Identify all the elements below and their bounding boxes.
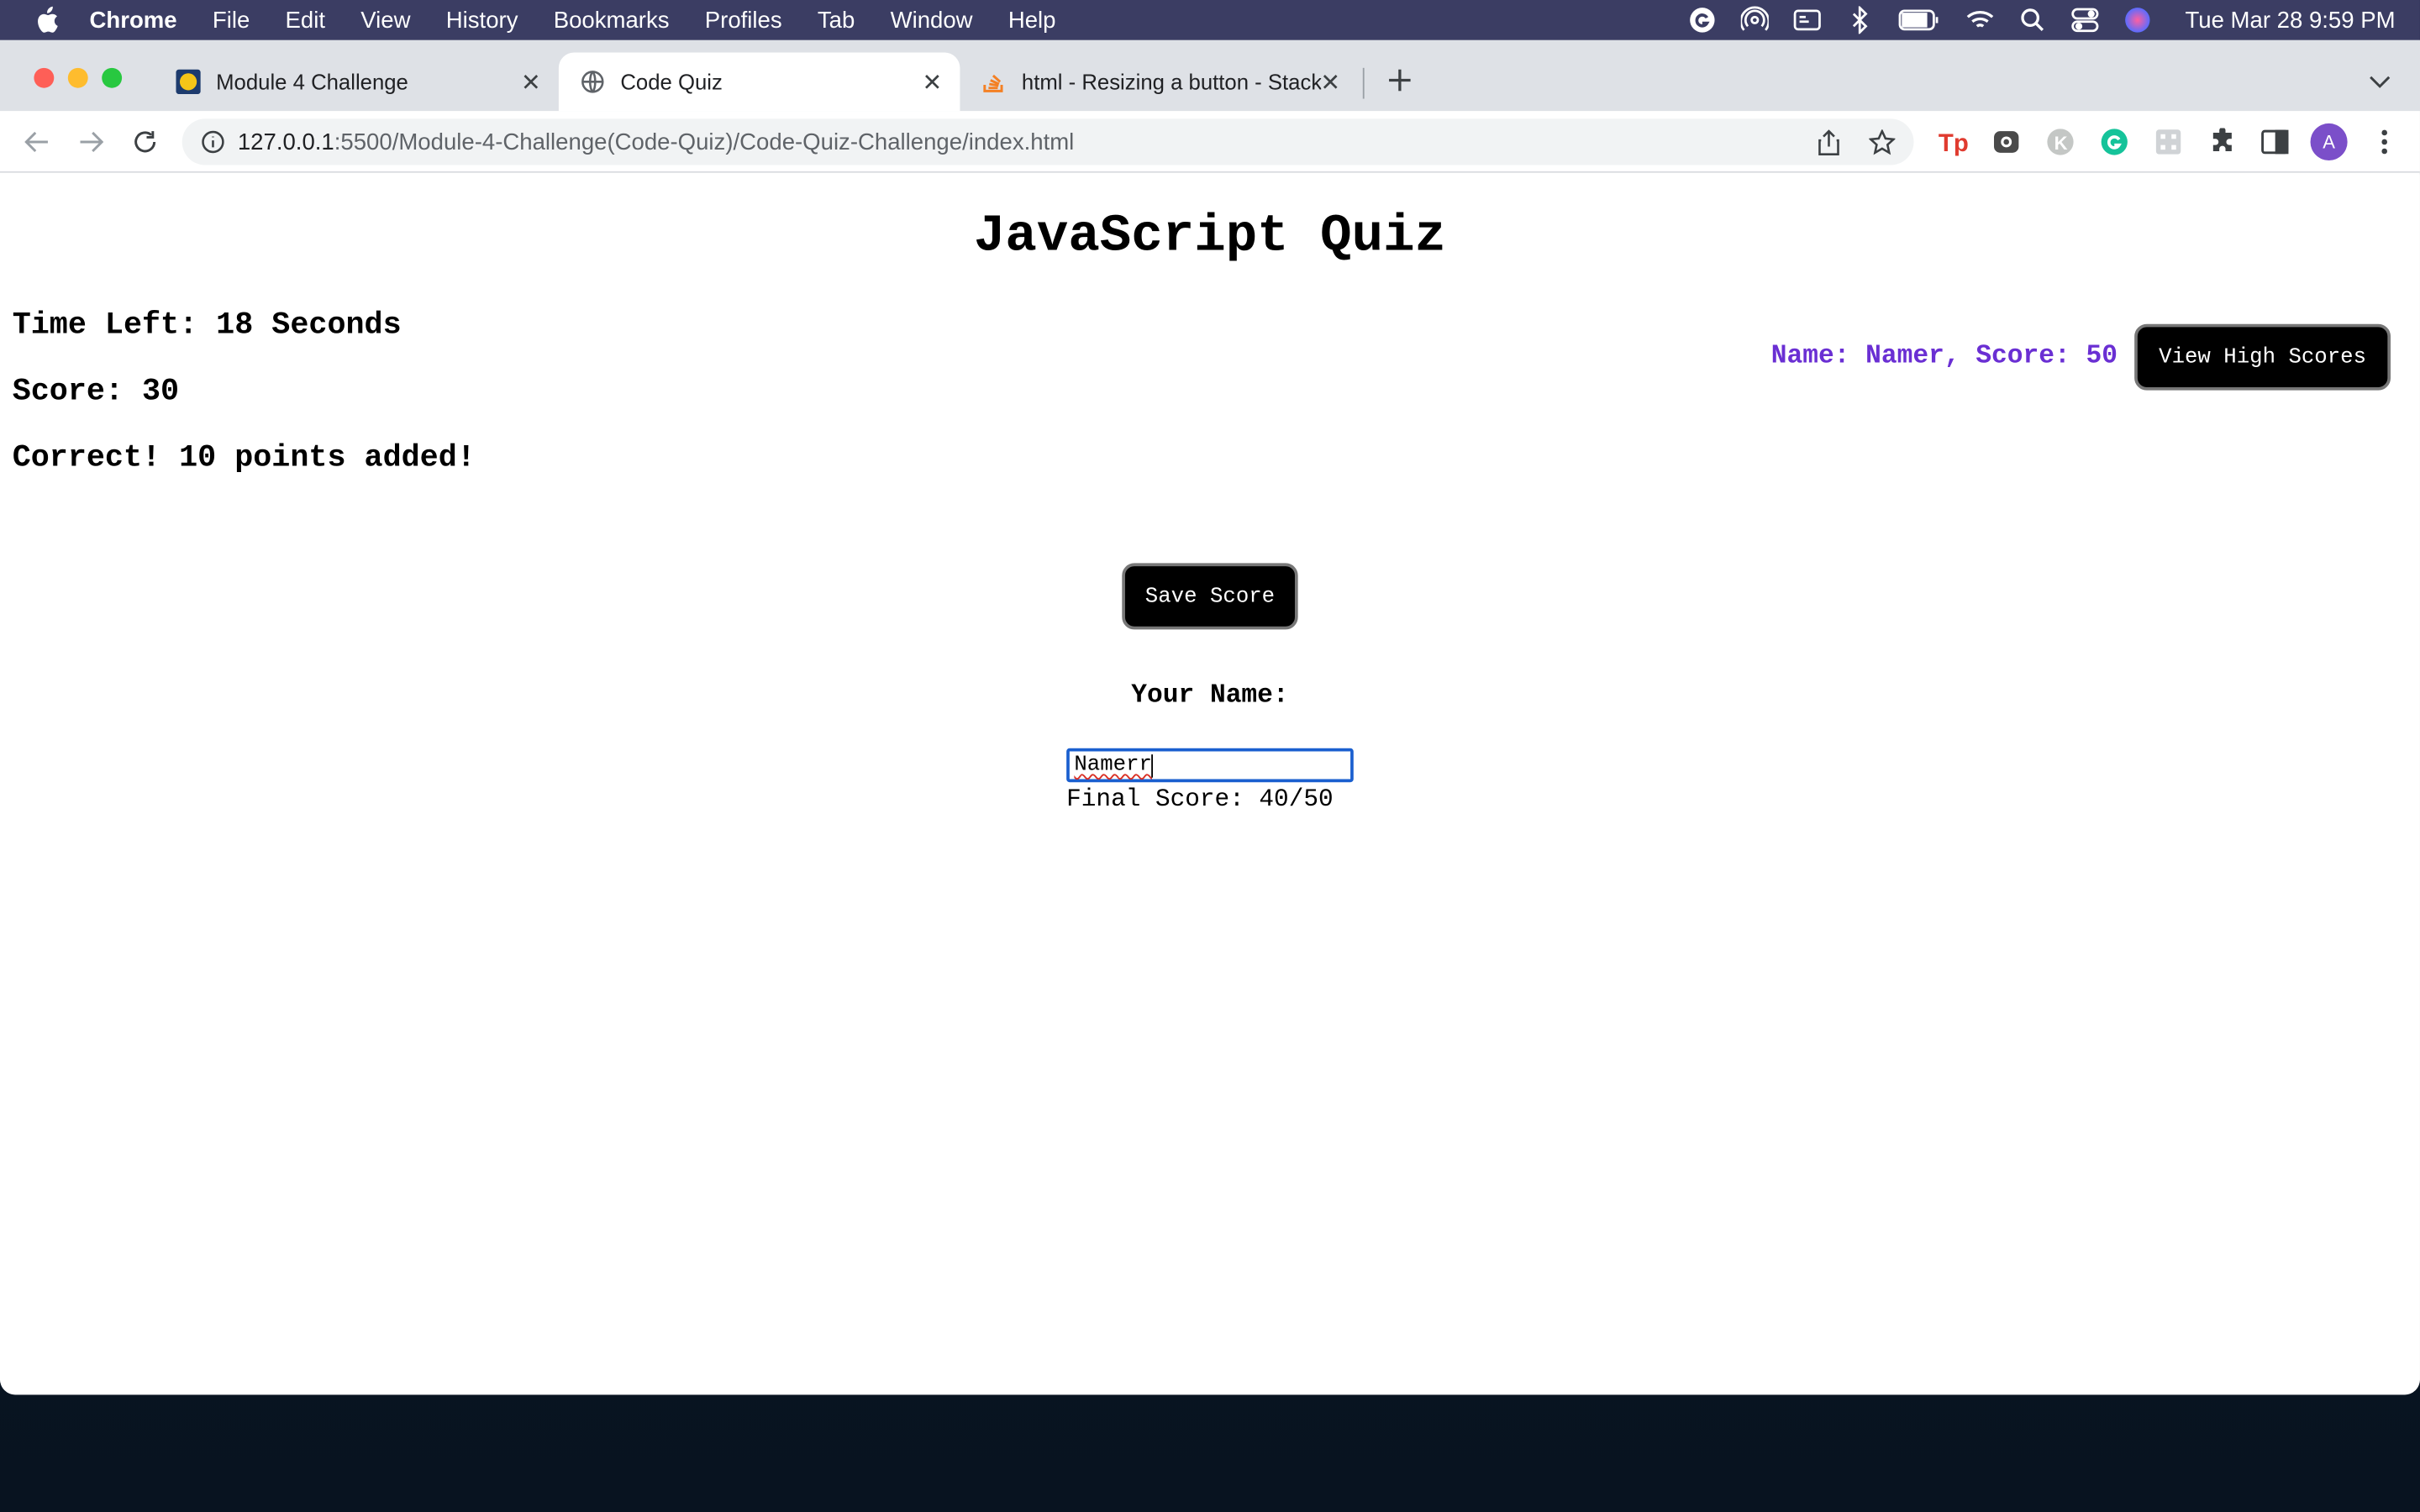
new-tab-icon[interactable] <box>1386 66 1413 94</box>
score-text: Score: 30 <box>12 375 180 411</box>
answer-feedback-text: Correct! 10 points added! <box>12 441 476 477</box>
bookmark-star-icon[interactable] <box>1868 129 1897 163</box>
airdrop-icon[interactable] <box>1740 6 1769 32</box>
save-score-button[interactable]: Save Score <box>1122 563 1298 630</box>
battery-icon[interactable] <box>1898 8 1941 32</box>
svg-text:Tp: Tp <box>1939 129 1969 156</box>
stack-overflow-icon <box>981 70 1006 94</box>
apple-logo-icon[interactable] <box>31 5 62 36</box>
menu-app-name[interactable]: Chrome <box>90 7 177 33</box>
wifi-icon[interactable] <box>1966 8 1994 32</box>
menu-tab[interactable]: Tab <box>818 7 855 33</box>
side-panel-icon[interactable] <box>2260 127 2291 158</box>
siri-icon[interactable] <box>2123 8 2151 33</box>
tab-module-4-challenge[interactable]: Module 4 Challenge <box>160 52 559 111</box>
globe-icon <box>581 70 605 94</box>
menu-help[interactable]: Help <box>1008 7 1056 33</box>
view-high-scores-button[interactable]: View High Scores <box>2134 323 2391 391</box>
extensions-puzzle-icon[interactable] <box>2207 127 2238 158</box>
time-left-text: Time Left: 18 Seconds <box>12 308 402 344</box>
tab-title: Module 4 Challenge <box>216 69 408 95</box>
name-input[interactable]: Namerr <box>1066 748 1354 783</box>
site-info-icon[interactable] <box>201 129 225 154</box>
display-icon[interactable] <box>1793 8 1821 32</box>
address-bar[interactable]: 127.0.0.1:5500/Module-4-Challenge(Code-Q… <box>182 118 1914 165</box>
browser-window: Module 4 Challenge Code Quiz html - Resi… <box>0 39 2420 1395</box>
close-tab-icon[interactable] <box>920 70 944 94</box>
share-icon[interactable] <box>1817 129 1841 163</box>
tab-search-chevron-icon[interactable] <box>2369 70 2393 94</box>
more-menu-icon[interactable] <box>2369 127 2400 158</box>
final-score-text: Final Score: 40/50 <box>1066 785 1334 813</box>
url-path: :5500/Module-4-Challenge(Code-Quiz)/Code… <box>334 129 1075 155</box>
url-text: 127.0.0.1:5500/Module-4-Challenge(Code-Q… <box>238 129 1074 155</box>
tab-stack-overflow[interactable]: html - Resizing a button - Stack <box>960 52 1358 111</box>
close-window-button[interactable] <box>34 67 55 88</box>
grammarly-extension-icon[interactable] <box>2099 127 2130 158</box>
k-extension-icon[interactable]: K <box>2045 127 2076 158</box>
your-name-label: Your Name: <box>1131 681 1289 711</box>
browser-toolbar: 127.0.0.1:5500/Module-4-Challenge(Code-Q… <box>0 111 2420 173</box>
page-title: JavaScript Quiz <box>973 207 1447 267</box>
high-score-entry: Name: Namer, Score: 50 <box>1770 342 2118 372</box>
menu-history[interactable]: History <box>446 7 518 33</box>
menu-bar-clock[interactable]: Tue Mar 28 9:59 PM <box>2185 7 2395 33</box>
screen-capture-extension-icon[interactable] <box>1991 127 2022 158</box>
menu-edit[interactable]: Edit <box>286 7 325 33</box>
close-tab-icon[interactable] <box>518 70 543 94</box>
menu-bar-status: Tue Mar 28 9:59 PM <box>1688 0 2396 40</box>
maximize-window-button[interactable] <box>102 67 123 88</box>
menu-view[interactable]: View <box>360 7 410 33</box>
menu-window[interactable]: Window <box>891 7 973 33</box>
window-controls <box>34 67 123 88</box>
reload-icon[interactable] <box>131 128 159 155</box>
tab-strip: Module 4 Challenge Code Quiz html - Resi… <box>0 39 2420 112</box>
grammarly-status-icon[interactable] <box>1688 8 1716 33</box>
name-input-value: Namerr <box>1074 753 1152 778</box>
forward-arrow-icon[interactable] <box>77 128 105 155</box>
control-center-icon[interactable] <box>2070 8 2099 33</box>
menu-bar: Chrome File Edit View History Bookmarks … <box>0 0 2420 40</box>
menu-bookmarks[interactable]: Bookmarks <box>554 7 670 33</box>
tp-extension-icon[interactable]: Tp <box>1939 127 1970 158</box>
svg-text:K: K <box>2054 133 2068 154</box>
back-arrow-icon[interactable] <box>24 128 51 155</box>
url-host: 127.0.0.1 <box>237 129 334 155</box>
quiz-page: JavaScript Quiz Time Left: 18 Seconds Sc… <box>0 174 2420 1395</box>
text-caret <box>1151 753 1154 777</box>
tab-separator <box>1362 67 1365 99</box>
screen: Chrome File Edit View History Bookmarks … <box>0 0 2420 1512</box>
profile-avatar[interactable]: A <box>2310 123 2348 161</box>
minimize-window-button[interactable] <box>67 67 88 88</box>
close-tab-icon[interactable] <box>1318 70 1343 94</box>
bluetooth-icon[interactable] <box>1845 6 1873 34</box>
spotlight-search-icon[interactable] <box>2018 8 2046 32</box>
grid-extension-icon[interactable] <box>2153 127 2184 158</box>
menu-file[interactable]: File <box>213 7 250 33</box>
menu-profiles[interactable]: Profiles <box>705 7 782 33</box>
yellow-logo-icon <box>176 69 201 95</box>
tab-title: Code Quiz <box>620 69 723 95</box>
tab-code-quiz[interactable]: Code Quiz <box>558 52 960 112</box>
address-bar-actions <box>1817 129 1897 163</box>
tab-title: html - Resizing a button - Stack <box>1021 69 1322 95</box>
